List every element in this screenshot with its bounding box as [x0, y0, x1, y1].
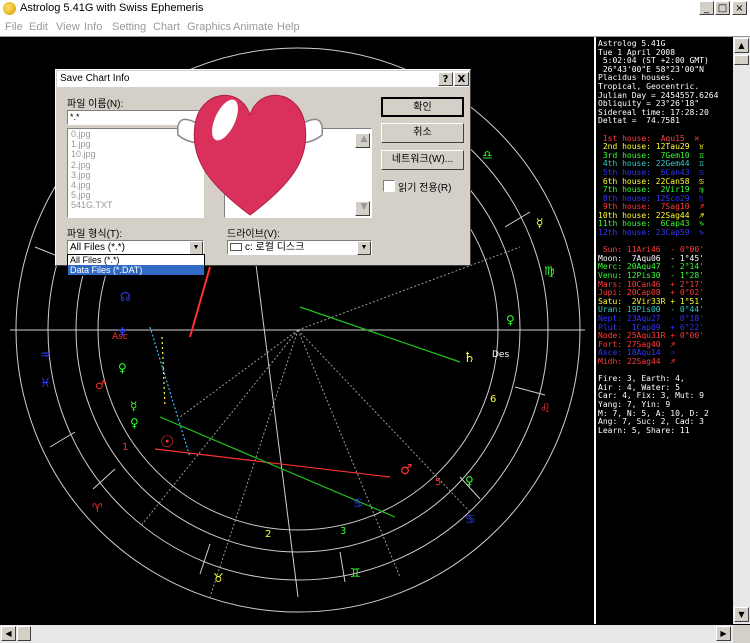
sun-glyph: ☉	[160, 432, 174, 451]
file-type-dropdown[interactable]: All Files (*.*) Data Files (*.DAT)	[67, 254, 205, 276]
folder-scroll-up[interactable]: ▲	[355, 133, 370, 148]
readonly-checkbox[interactable]	[383, 180, 395, 192]
menu-bar: File Edit View Info Setting Chart Graphi…	[0, 18, 750, 37]
info-line: 12th house: 23Cap59 ♑	[598, 228, 704, 238]
drive-label: 드라이브(V):	[227, 229, 280, 240]
panel-divider	[594, 37, 596, 624]
scroll-down-button[interactable]: ▼	[734, 607, 749, 622]
minimize-button[interactable]: _	[699, 1, 714, 15]
house-number-3: 3	[340, 526, 346, 537]
sign-glyph-pisces: ♓	[40, 376, 51, 390]
scroll-thumb[interactable]	[734, 55, 749, 65]
sign-glyph-libra: ♎	[482, 148, 493, 162]
menu-help[interactable]: Help	[277, 21, 300, 33]
dialog-help-button[interactable]: ?	[438, 72, 453, 86]
heart-icon	[193, 94, 307, 216]
dialog-close-button[interactable]: X	[454, 72, 469, 86]
maximize-button[interactable]: □	[715, 1, 730, 15]
planet-mars-outer: ♂	[95, 378, 106, 392]
menu-file[interactable]: File	[5, 21, 23, 33]
scroll-h-thumb[interactable]	[17, 626, 31, 641]
file-type-select[interactable]: All Files (*.*) ▼	[67, 240, 204, 255]
drive-select[interactable]: c: 로컬 디스크 ▼	[227, 240, 372, 255]
sign-glyph-leo: ♌	[540, 401, 551, 415]
scroll-left-button[interactable]: ◀	[1, 626, 16, 641]
planet-venus-outer: ♀	[118, 361, 127, 375]
saturn-glyph: ♄	[463, 350, 476, 366]
house-number-1: 1	[122, 442, 128, 453]
drive-value: c: 로컬 디스크	[245, 242, 305, 253]
menu-edit[interactable]: Edit	[29, 21, 48, 33]
planet-venus-right-2: ♀	[506, 313, 515, 327]
drive-icon	[230, 243, 242, 252]
venus-glyph: ♀	[130, 416, 139, 430]
window-title: Astrolog 5.41G with Swiss Ephemeris	[20, 2, 204, 14]
filename-label: 파일 이름(N):	[67, 99, 124, 110]
horizontal-scrollbar[interactable]: ◀ ▶	[0, 625, 733, 643]
sign-glyph-aquarius: ♒	[40, 348, 51, 362]
cancel-button[interactable]: 취소	[381, 123, 464, 143]
folder-scroll-down[interactable]: ▼	[355, 201, 370, 216]
menu-info[interactable]: Info	[84, 21, 102, 33]
sign-glyph-virgo: ♍	[544, 264, 555, 278]
node-glyph: ☊	[120, 290, 131, 304]
file-type-option-data[interactable]: Data Files (*.DAT)	[68, 265, 204, 275]
mercury-glyph: ☿	[130, 399, 137, 413]
ascendant-label: Asc	[112, 332, 128, 342]
menu-view[interactable]: View	[56, 21, 80, 33]
sign-glyph-cancer: ♋	[465, 512, 476, 526]
mars-glyph: ♂	[400, 462, 413, 478]
aspect-line-red-2	[189, 266, 211, 338]
menu-animate[interactable]: Animate	[233, 21, 273, 33]
house-number-5: 5	[435, 477, 441, 488]
title-bar: Astrolog 5.41G with Swiss Ephemeris _ □ …	[0, 0, 750, 19]
house-number-6: 6	[490, 394, 496, 405]
menu-chart[interactable]: Chart	[153, 21, 180, 33]
winged-heart-overlay	[176, 94, 324, 216]
menu-graphics[interactable]: Graphics	[187, 21, 231, 33]
ok-button[interactable]: 확인	[381, 97, 464, 117]
readonly-label: 읽기 전용(R)	[398, 183, 452, 194]
sign-glyph-aries: ♈	[92, 501, 103, 515]
file-type-label: 파일 형식(T):	[67, 229, 123, 240]
info-line: Midh: 22Sag44 ♐	[598, 356, 676, 366]
scroll-up-button[interactable]: ▲	[734, 38, 749, 53]
info-line: Learn: 5, Share: 11	[598, 425, 690, 435]
info-line: Deltat = 74.7581	[598, 116, 680, 126]
close-button[interactable]: ×	[732, 1, 747, 15]
chevron-down-icon[interactable]: ▼	[189, 241, 203, 255]
network-button[interactable]: 네트워크(W)...	[381, 150, 464, 170]
descendant-label: Des	[492, 350, 509, 360]
planet-mercury-right: ☿	[536, 216, 543, 230]
sign-glyph-taurus: ♉	[213, 571, 224, 585]
vertical-scrollbar[interactable]: ▲ ▼	[733, 37, 750, 624]
aspect-line-red	[154, 448, 391, 478]
sign-glyph-gemini: ♊	[350, 566, 361, 580]
scroll-right-button[interactable]: ▶	[716, 626, 731, 641]
chart-info-panel: Astrolog 5.41G Tue 1 April 2008 5:02:04 (…	[598, 39, 733, 435]
file-type-option-all[interactable]: All Files (*.*)	[68, 255, 204, 265]
app-icon	[3, 2, 16, 15]
chevron-down-icon[interactable]: ▼	[357, 241, 371, 255]
menu-setting[interactable]: Setting	[112, 21, 146, 33]
scrollbar-corner	[733, 625, 750, 643]
house-number-2: 2	[265, 529, 271, 540]
aspect-line-yellow	[161, 336, 166, 408]
dialog-title: Save Chart Info	[60, 73, 130, 84]
aspect-line-green-2	[299, 306, 461, 363]
planet-venus-right: ♀	[465, 474, 474, 488]
file-type-value: All Files (*.*)	[70, 242, 126, 253]
sign-glyph-cancer-2: ♋	[353, 496, 364, 510]
meridian-line	[249, 216, 299, 598]
